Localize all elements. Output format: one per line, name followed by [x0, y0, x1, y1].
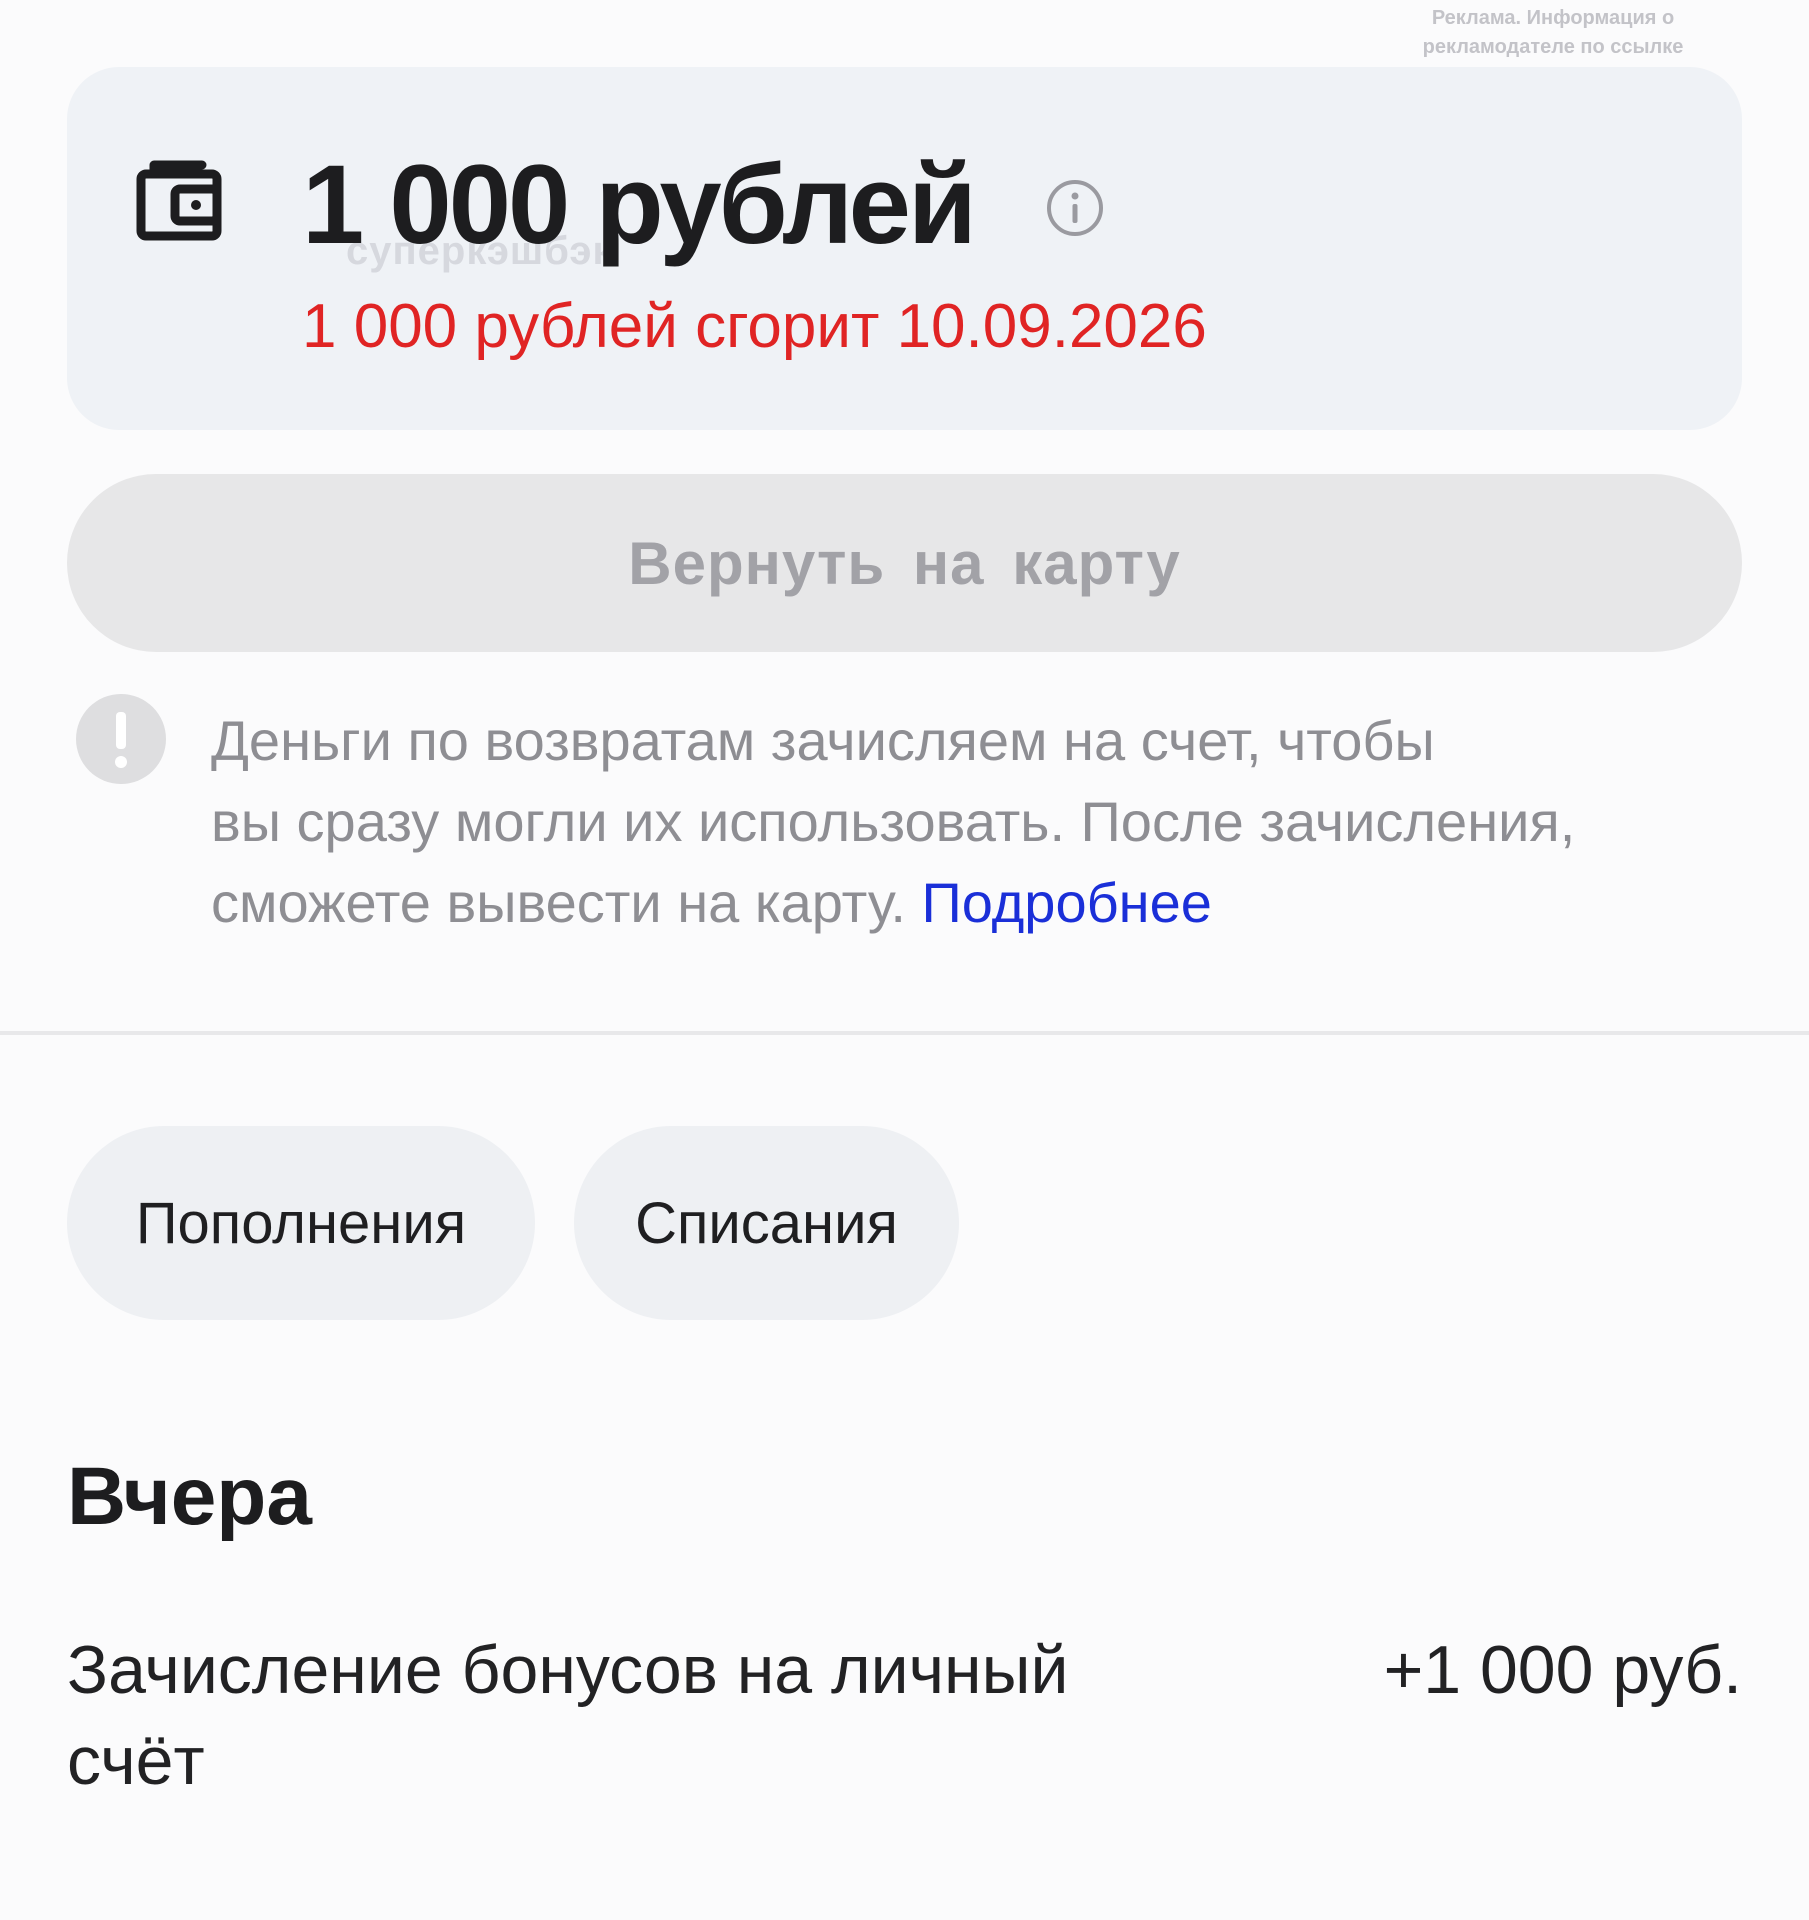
more-details-link[interactable]: Подробнее — [921, 871, 1211, 934]
transaction-row[interactable]: Зачисление бонусов на личный счёт +1 000… — [67, 1625, 1742, 1815]
exclamation-icon — [76, 694, 166, 784]
section-divider — [0, 1031, 1809, 1035]
balance-card: суперкэшбэк 1 000 рублей 1 000 рублей сг… — [67, 67, 1742, 430]
refund-notice-text: сможете вывести на карту. — [211, 871, 906, 934]
filter-chip-topups[interactable]: Пополнения — [67, 1126, 535, 1320]
transaction-amount: +1 000 руб. — [1383, 1632, 1742, 1708]
balance-amount: 1 000 рублей — [302, 142, 977, 267]
transaction-title: Зачисление бонусов на личный счёт — [67, 1632, 1069, 1799]
refund-notice-line: вы сразу могли их использовать. После за… — [211, 790, 1576, 853]
filter-chip-debits[interactable]: Списания — [574, 1126, 959, 1320]
expiry-warning: 1 000 рублей сгорит 10.09.2026 — [302, 292, 1207, 361]
info-icon[interactable] — [1044, 177, 1106, 239]
return-to-card-button[interactable]: Вернуть на карту — [67, 474, 1742, 652]
ad-disclaimer-line: Реклама. Информация о — [1431, 7, 1675, 29]
refund-notice: Деньги по возвратам зачисляем на счет, ч… — [211, 700, 1741, 943]
wallet-icon — [136, 160, 222, 241]
refund-notice-line: Деньги по возвратам зачисляем на счет, ч… — [211, 709, 1435, 772]
refund-notice-line-last: сможете вывести на карту. Подробнее — [211, 862, 1741, 943]
ad-disclaimer-line: рекламодателе по ссылке — [1422, 36, 1684, 58]
history-day-heading: Вчера — [67, 1451, 312, 1542]
ad-disclaimer[interactable]: Реклама. Информация о рекламодателе по с… — [1393, 4, 1713, 62]
